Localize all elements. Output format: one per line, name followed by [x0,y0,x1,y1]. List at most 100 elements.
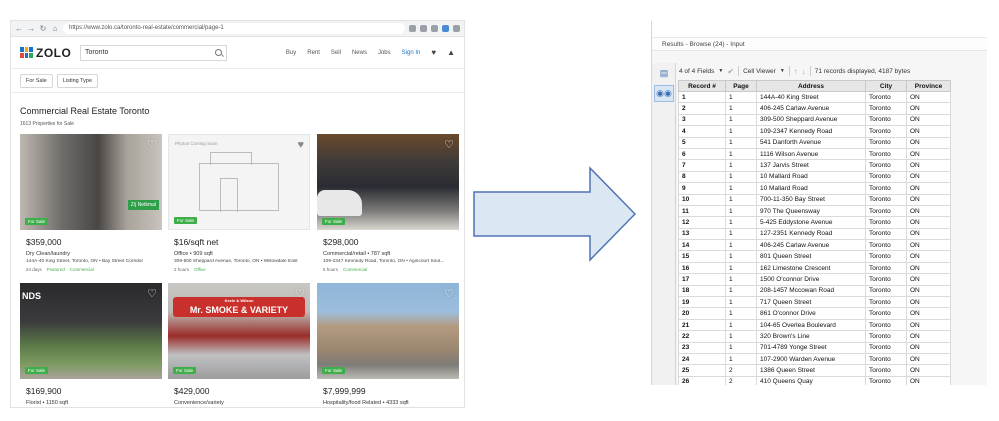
page-cell[interactable]: 1 [725,239,757,252]
nav-sell[interactable]: Sell [331,50,341,56]
nav-buy[interactable]: Buy [286,50,296,56]
province-cell[interactable]: ON [906,307,951,320]
city-cell[interactable]: Toronto [865,284,907,298]
record-number-cell[interactable]: 26 [678,375,726,385]
binoculars-icon[interactable]: ◉◉ [654,85,674,102]
city-cell[interactable]: Toronto [865,364,907,377]
column-header[interactable]: City [865,80,907,92]
city-cell[interactable]: Toronto [865,261,907,275]
record-number-cell[interactable]: 6 [678,147,726,161]
table-row[interactable]: 11 1 970 The Queensway Toronto ON [678,204,951,218]
page-cell[interactable]: 1 [725,318,757,332]
sign-in-link[interactable]: Sign In [402,50,421,56]
city-cell[interactable]: Toronto [865,250,907,263]
listing-address[interactable]: 309-500 Sheppard Avenue, Toronto, ON • W… [168,259,310,264]
province-cell[interactable]: ON [906,250,951,263]
province-cell[interactable]: ON [906,341,951,355]
page-cell[interactable]: 2 [725,364,757,377]
record-number-cell[interactable]: 16 [678,261,726,275]
menu-icon[interactable] [453,25,460,32]
record-number-cell[interactable]: 1 [678,90,726,104]
address-cell[interactable]: 801 Queen Street [756,250,866,263]
listing-photo[interactable]: ♡ For Sale [317,134,459,230]
back-icon[interactable]: ← [15,24,23,33]
listing-card[interactable]: Z/j Netkmal ♡ For Sale $359,000 Dry Clea… [20,134,162,272]
province-cell[interactable]: ON [906,102,951,115]
column-header[interactable]: Page [725,80,757,92]
city-cell[interactable]: Toronto [865,296,907,309]
province-cell[interactable]: ON [906,113,951,127]
zolo-logo[interactable]: ZOLO [20,46,72,60]
page-cell[interactable]: 1 [725,182,757,195]
table-row[interactable]: 12 1 5-425 Eddystone Avenue Toronto ON [678,216,951,229]
address-cell[interactable]: 137 Jarvis Street [756,159,866,172]
address-cell[interactable]: 1116 Wilson Avenue [756,147,866,161]
record-number-cell[interactable]: 4 [678,125,726,138]
page-cell[interactable]: 1 [725,216,757,229]
page-cell[interactable]: 1 [725,352,757,366]
address-cell[interactable]: 10 Mallard Road [756,182,866,195]
province-cell[interactable]: ON [906,296,951,309]
table-row[interactable]: 15 1 801 Queen Street Toronto ON [678,250,951,263]
column-header[interactable]: Province [906,80,951,92]
address-cell[interactable]: 700-11-350 Bay Street [756,193,866,206]
address-cell[interactable]: 406-245 Carlaw Avenue [756,239,866,252]
address-cell[interactable]: 1500 O'connor Drive [756,273,866,286]
page-cell[interactable]: 1 [725,193,757,206]
listing-photo[interactable]: Keele & Wilson Mr. SMOKE & VARIETY ♡ For… [168,283,310,379]
province-cell[interactable]: ON [906,330,951,343]
extension-icon[interactable] [442,25,449,32]
address-cell[interactable]: 127-2351 Kennedy Road [756,227,866,241]
province-cell[interactable]: ON [906,182,951,195]
listing-card[interactable]: ♡ For Sale $7,999,999 Hospitality/food R… [317,283,459,406]
record-number-cell[interactable]: 5 [678,136,726,149]
table-row[interactable]: 8 1 10 Mallard Road Toronto ON [678,170,951,184]
table-row[interactable]: 22 1 320 Brown's Line Toronto ON [678,330,951,343]
record-number-cell[interactable]: 2 [678,102,726,115]
check-icon[interactable]: ✔ [727,67,734,76]
province-cell[interactable]: ON [906,227,951,241]
page-cell[interactable]: 2 [725,375,757,385]
reload-icon[interactable]: ↻ [39,24,47,33]
record-number-cell[interactable]: 11 [678,204,726,218]
table-row[interactable]: 9 1 10 Mallard Road Toronto ON [678,182,951,195]
province-cell[interactable]: ON [906,136,951,149]
address-cell[interactable]: 309-500 Sheppard Avenue [756,113,866,127]
page-cell[interactable]: 1 [725,250,757,263]
table-row[interactable]: 3 1 309-500 Sheppard Avenue Toronto ON [678,113,951,127]
record-number-cell[interactable]: 21 [678,318,726,332]
city-cell[interactable]: Toronto [865,113,907,127]
table-row[interactable]: 26 2 410 Queens Quay Toronto ON [678,375,951,385]
province-cell[interactable]: ON [906,284,951,298]
listing-card[interactable]: Keele & Wilson Mr. SMOKE & VARIETY ♡ For… [168,283,310,406]
city-cell[interactable]: Toronto [865,341,907,355]
city-cell[interactable]: Toronto [865,375,907,385]
city-cell[interactable]: Toronto [865,136,907,149]
nav-jobs[interactable]: Jobs [378,50,391,56]
table-row[interactable]: 7 1 137 Jarvis Street Toronto ON [678,159,951,172]
province-cell[interactable]: ON [906,273,951,286]
address-cell[interactable]: 107-2900 Warden Avenue [756,352,866,366]
nav-news[interactable]: News [352,50,367,56]
province-cell[interactable]: ON [906,239,951,252]
city-cell[interactable]: Toronto [865,352,907,366]
page-cell[interactable]: 1 [725,227,757,241]
page-cell[interactable]: 1 [725,147,757,161]
page-cell[interactable]: 1 [725,284,757,298]
address-cell[interactable]: 144A-40 King Street [756,90,866,104]
city-cell[interactable]: Toronto [865,102,907,115]
city-cell[interactable]: Toronto [865,227,907,241]
listing-photo[interactable]: NDS ♡ For Sale [20,283,162,379]
table-row[interactable]: 16 1 162 Limestone Crescent Toronto ON [678,261,951,275]
chevron-down-icon[interactable]: ▼ [780,68,785,74]
page-cell[interactable]: 1 [725,261,757,275]
record-number-cell[interactable]: 17 [678,273,726,286]
nav-rent[interactable]: Rent [307,50,320,56]
record-number-cell[interactable]: 19 [678,296,726,309]
listing-address[interactable]: 109-2347 Kennedy Road, Toronto, ON • Agi… [317,259,459,264]
city-cell[interactable]: Toronto [865,125,907,138]
city-cell[interactable]: Toronto [865,307,907,320]
record-number-cell[interactable]: 18 [678,284,726,298]
favorite-heart-icon[interactable]: ♡ [147,287,157,300]
address-cell[interactable]: 717 Queen Street [756,296,866,309]
